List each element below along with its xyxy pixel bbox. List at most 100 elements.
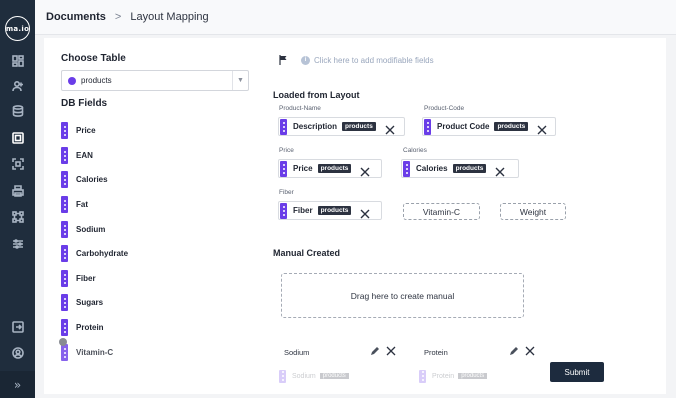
faded-chip-tag: products	[319, 373, 349, 379]
table-tag: products	[317, 164, 352, 173]
drag-handle-icon[interactable]	[61, 294, 68, 311]
slot-label: Fiber	[279, 189, 294, 196]
add-modifiable-fields-hint[interactable]: i Click here to add modifiable fields	[279, 55, 434, 65]
drag-handle-icon[interactable]	[61, 122, 68, 139]
db-field-label: Sodium	[76, 225, 106, 234]
close-icon[interactable]	[385, 122, 395, 134]
db-field-item[interactable]: Fiber	[61, 268, 246, 289]
chip-field-name: Product Code	[437, 122, 490, 131]
app-logo[interactable]: ma.io	[5, 16, 30, 41]
manual-created-title: Manual Created	[273, 248, 341, 258]
chip-field-name: Calories	[416, 164, 448, 173]
slot-label: Price	[279, 147, 294, 154]
expand-sidebar-button[interactable]: »	[0, 371, 35, 398]
db-field-item[interactable]: Protein	[61, 317, 246, 338]
edit-icon[interactable]	[370, 346, 380, 356]
users-icon[interactable]	[11, 79, 24, 92]
db-field-label: EAN	[76, 151, 93, 160]
manual-card-sodium[interactable]: Sodium	[284, 343, 396, 361]
drag-handle-icon	[419, 369, 426, 383]
drag-handle-icon[interactable]	[61, 319, 68, 336]
slot-label: Product-Name	[279, 105, 321, 112]
flag-icon	[279, 55, 287, 65]
db-field-label: Carbohydrate	[76, 249, 129, 258]
table-tag: products	[494, 122, 529, 131]
unmapped-slot-vitamin-c[interactable]: Vitamin-C	[403, 203, 480, 220]
close-icon[interactable]	[360, 206, 370, 218]
drag-handle-icon[interactable]	[61, 171, 68, 188]
logout-icon[interactable]	[11, 320, 24, 333]
edit-icon[interactable]	[509, 346, 519, 356]
hint-text[interactable]: Click here to add modifiable fields	[314, 56, 434, 65]
drag-handle-icon[interactable]	[61, 196, 68, 213]
db-field-item[interactable]: Sodium	[61, 219, 246, 240]
drag-handle-icon[interactable]	[61, 221, 68, 238]
close-icon[interactable]	[386, 346, 396, 356]
table-select[interactable]: products ▼	[61, 70, 249, 91]
mapped-field-chip[interactable]: Description products	[278, 117, 405, 136]
table-tag: products	[317, 206, 352, 215]
dashboard-icon[interactable]	[11, 54, 24, 67]
breadcrumb-current: Layout Mapping	[130, 11, 209, 23]
workflow-icon[interactable]	[11, 210, 24, 223]
db-field-label: Fat	[76, 200, 88, 209]
close-icon[interactable]	[495, 164, 505, 176]
chevron-down-icon[interactable]: ▼	[232, 71, 248, 90]
sliders-icon[interactable]	[11, 237, 24, 250]
drag-handle-icon[interactable]	[61, 147, 68, 164]
breadcrumb-root[interactable]: Documents	[46, 11, 106, 23]
mapping-panel: Choose Table products ▼ DB Fields Price …	[44, 38, 666, 394]
mapped-field-chip[interactable]: Calories products	[401, 159, 519, 178]
loaded-from-layout-title: Loaded from Layout	[273, 90, 360, 100]
db-field-item[interactable]: Carbohydrate	[61, 243, 246, 264]
manual-card-protein[interactable]: Protein	[424, 343, 535, 361]
mapped-field-chip[interactable]: Fiber products	[278, 201, 382, 220]
submit-button[interactable]: Submit	[550, 362, 604, 382]
drag-handle-icon[interactable]	[61, 245, 68, 262]
db-field-label: Price	[76, 126, 96, 135]
manual-faded-chip: Protein products	[419, 369, 488, 383]
db-field-item[interactable]: Price	[61, 120, 246, 141]
drag-handle-icon[interactable]	[280, 160, 287, 177]
db-field-label: Vitamin-C	[76, 348, 114, 357]
db-fields-title: DB Fields	[61, 98, 108, 109]
table-tag: products	[452, 164, 487, 173]
db-field-item[interactable]: EAN	[61, 145, 246, 166]
drag-handle-icon[interactable]	[61, 270, 68, 287]
table-color-dot	[68, 76, 76, 85]
mapped-field-chip[interactable]: Product Code products	[422, 117, 556, 136]
db-field-item[interactable]: Sugars	[61, 292, 246, 313]
drag-handle-icon[interactable]	[61, 344, 68, 361]
drag-handle-icon[interactable]	[424, 118, 431, 135]
db-field-item[interactable]: Calories	[61, 169, 246, 190]
sidebar: ma.io »	[0, 0, 35, 398]
drag-handle-icon[interactable]	[280, 118, 287, 135]
close-icon[interactable]	[537, 122, 547, 134]
mapped-field-chip[interactable]: Price products	[278, 159, 382, 178]
drag-handle-icon[interactable]	[280, 202, 287, 219]
chip-field-name: Price	[293, 164, 313, 173]
table-tag: products	[342, 122, 376, 131]
slot-label: Product-Code	[424, 105, 465, 112]
manual-faded-chip: Sodium products	[279, 369, 349, 383]
layout-mapping-icon[interactable]	[11, 131, 24, 144]
drag-handle-icon[interactable]	[403, 160, 410, 177]
info-icon: i	[301, 55, 310, 65]
manual-card-label: Sodium	[284, 347, 310, 357]
close-icon[interactable]	[360, 164, 370, 176]
chip-field-name: Fiber	[293, 206, 313, 215]
db-field-label: Protein	[76, 323, 104, 332]
account-icon[interactable]	[11, 346, 24, 359]
faded-chip-field: Protein	[432, 372, 455, 380]
db-field-item[interactable]: Vitamin-C	[59, 338, 246, 363]
slot-label: Calories	[403, 147, 427, 154]
close-icon[interactable]	[525, 346, 535, 356]
manual-dropzone[interactable]: Drag here to create manual	[281, 273, 524, 318]
unmapped-slot-weight[interactable]: Weight	[500, 203, 566, 220]
faded-chip-field: Sodium	[292, 372, 316, 380]
manual-card-label: Protein	[424, 347, 448, 357]
database-icon[interactable]	[11, 104, 24, 117]
printer-icon[interactable]	[11, 184, 24, 197]
db-field-item[interactable]: Fat	[61, 194, 246, 215]
scan-icon[interactable]	[11, 157, 24, 170]
